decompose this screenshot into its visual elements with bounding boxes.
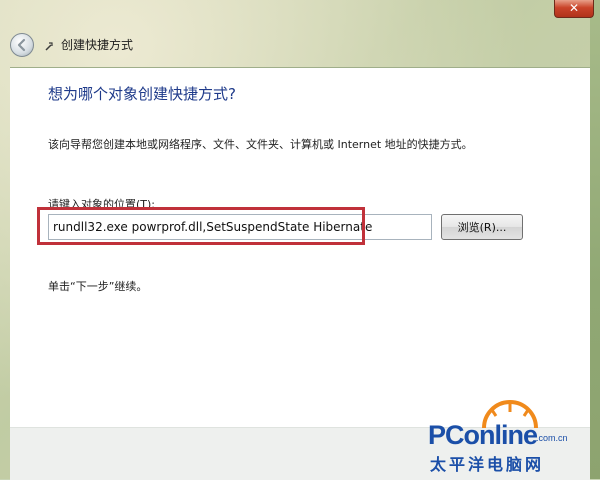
window-title: 创建快捷方式: [61, 38, 134, 52]
back-button[interactable]: [10, 33, 34, 57]
next-step-hint: 单击“下一步”继续。: [48, 280, 148, 293]
location-input[interactable]: [48, 214, 432, 240]
location-label: 请键入对象的位置(T):: [48, 198, 156, 211]
wizard-description: 该向导帮您创建本地或网络程序、文件、文件夹、计算机或 Internet 地址的快…: [48, 138, 473, 151]
wizard-content-panel: [10, 67, 590, 428]
browse-button[interactable]: 浏览(R)...: [441, 214, 523, 240]
pconline-watermark: PConline .com.cn 太平洋电脑网: [420, 400, 598, 476]
watermark-brand: PConline: [428, 420, 538, 450]
wizard-icon: [45, 42, 53, 51]
watermark-domain: .com.cn: [536, 433, 568, 443]
watermark-chinese: 太平洋电脑网: [430, 455, 545, 474]
close-button[interactable]: ✕: [554, 0, 594, 18]
close-icon: ✕: [568, 1, 580, 15]
wizard-heading: 想为哪个对象创建快捷方式?: [48, 85, 236, 103]
back-arrow-icon: [17, 38, 26, 52]
